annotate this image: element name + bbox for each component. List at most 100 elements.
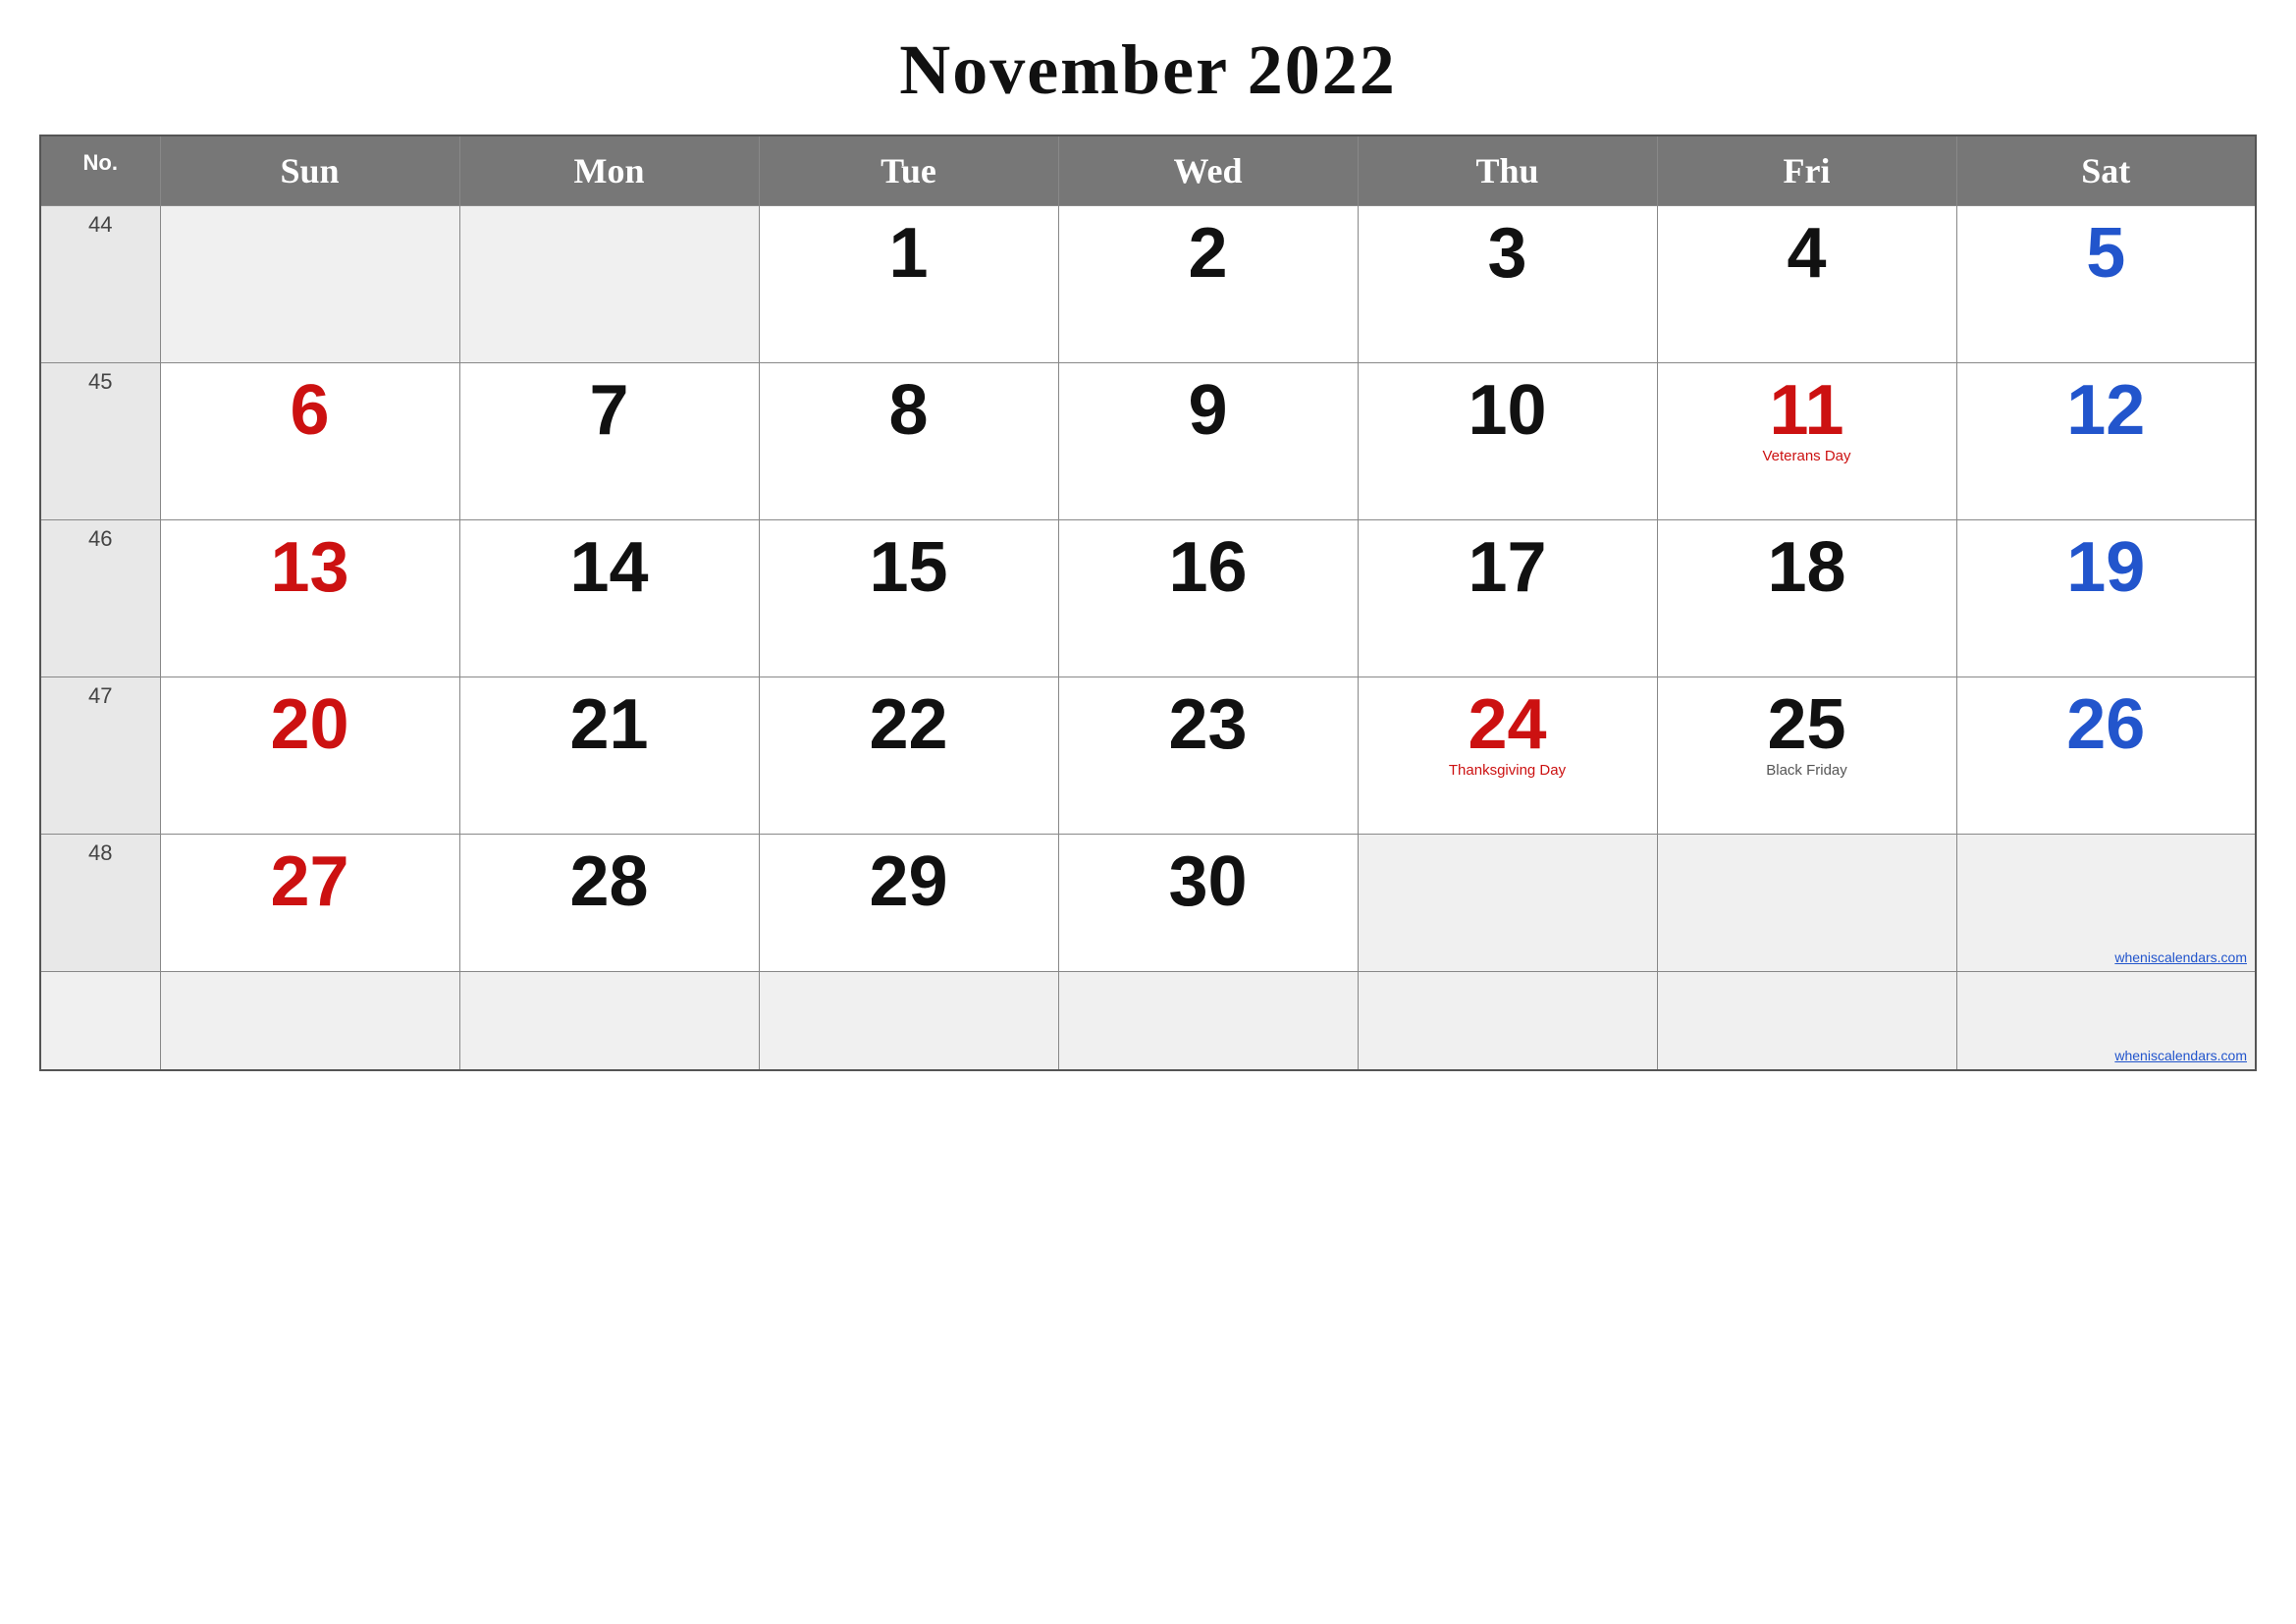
- day-number: 1: [770, 218, 1048, 289]
- week-number: 44: [40, 206, 160, 363]
- empty-row: wheniscalendars.com: [40, 972, 2256, 1070]
- day-cell: 4: [1657, 206, 1956, 363]
- day-number: 9: [1069, 375, 1348, 446]
- week-number: 45: [40, 363, 160, 520]
- day-cell: 18: [1657, 520, 1956, 677]
- day-cell: 13: [160, 520, 459, 677]
- day-cell: 24 Thanksgiving Day: [1358, 677, 1657, 835]
- credit-link[interactable]: wheniscalendars.com: [2114, 949, 2247, 965]
- day-cell: 17: [1358, 520, 1657, 677]
- day-number: 2: [1069, 218, 1348, 289]
- day-cell: 30: [1058, 835, 1358, 972]
- day-cell: 15: [759, 520, 1058, 677]
- day-cell: 27: [160, 835, 459, 972]
- empty-cell: [1358, 972, 1657, 1070]
- day-cell: 7: [459, 363, 759, 520]
- day-cell: 20: [160, 677, 459, 835]
- col-header-tue: Tue: [759, 135, 1058, 206]
- week-row: 44 12345: [40, 206, 2256, 363]
- day-number: 17: [1368, 532, 1647, 603]
- day-cell: 10: [1358, 363, 1657, 520]
- day-number: 23: [1069, 689, 1348, 760]
- week-number: 47: [40, 677, 160, 835]
- day-number: 21: [470, 689, 749, 760]
- day-number: 18: [1668, 532, 1947, 603]
- day-number: 15: [770, 532, 1048, 603]
- calendar-table: No. Sun Mon Tue Wed Thu Fri Sat 44123454…: [39, 135, 2257, 1071]
- day-number: 3: [1368, 218, 1647, 289]
- day-cell: [160, 206, 459, 363]
- empty-cell: [1058, 972, 1358, 1070]
- empty-cell: [160, 972, 459, 1070]
- day-cell: 1: [759, 206, 1058, 363]
- holiday-label: Thanksgiving Day: [1368, 762, 1647, 779]
- empty-cell: [1657, 972, 1956, 1070]
- week-number: 46: [40, 520, 160, 677]
- day-number: 14: [470, 532, 749, 603]
- day-number: 26: [1967, 689, 2246, 760]
- day-number: 13: [171, 532, 450, 603]
- week-row: 4827 28 29 30 wheniscalendars.com: [40, 835, 2256, 972]
- day-cell: 11 Veterans Day: [1657, 363, 1956, 520]
- day-number: 8: [770, 375, 1048, 446]
- day-cell: [1358, 835, 1657, 972]
- holiday-label: Black Friday: [1668, 762, 1947, 779]
- col-header-thu: Thu: [1358, 135, 1657, 206]
- day-cell: 25 Black Friday: [1657, 677, 1956, 835]
- week-row: 456789 10 11 Veterans Day 12: [40, 363, 2256, 520]
- day-cell: 9: [1058, 363, 1358, 520]
- day-number: 5: [1967, 218, 2246, 289]
- empty-cell: wheniscalendars.com: [1956, 972, 2256, 1070]
- day-cell: 5: [1956, 206, 2256, 363]
- day-cell: [459, 206, 759, 363]
- col-header-wed: Wed: [1058, 135, 1358, 206]
- day-number: 16: [1069, 532, 1348, 603]
- day-cell: 19: [1956, 520, 2256, 677]
- day-number: 20: [171, 689, 450, 760]
- calendar-title: November 2022: [899, 29, 1397, 111]
- day-cell: 16: [1058, 520, 1358, 677]
- day-number: 12: [1967, 375, 2246, 446]
- day-number: 27: [171, 846, 450, 917]
- day-number: 19: [1967, 532, 2246, 603]
- header-row: No. Sun Mon Tue Wed Thu Fri Sat: [40, 135, 2256, 206]
- day-cell: 29: [759, 835, 1058, 972]
- col-header-fri: Fri: [1657, 135, 1956, 206]
- day-number: 22: [770, 689, 1048, 760]
- col-header-sun: Sun: [160, 135, 459, 206]
- day-number: 28: [470, 846, 749, 917]
- empty-cell: [759, 972, 1058, 1070]
- day-cell: 2: [1058, 206, 1358, 363]
- day-number: 29: [770, 846, 1048, 917]
- day-number: 24: [1368, 689, 1647, 760]
- day-number: 11: [1668, 375, 1947, 446]
- week-number-empty: [40, 972, 160, 1070]
- day-cell: 22: [759, 677, 1058, 835]
- day-number: 4: [1668, 218, 1947, 289]
- day-number: 6: [171, 375, 450, 446]
- day-number: 10: [1368, 375, 1647, 446]
- holiday-label: Veterans Day: [1668, 448, 1947, 464]
- day-cell: 26: [1956, 677, 2256, 835]
- day-cell: [1657, 835, 1956, 972]
- week-row: 4613 14 15 16 17 18 19: [40, 520, 2256, 677]
- week-row: 4720 21 22 23 24 Thanksgiving Day 25 Black Frid…: [40, 677, 2256, 835]
- day-cell: 8: [759, 363, 1058, 520]
- day-number: 25: [1668, 689, 1947, 760]
- day-number: 30: [1069, 846, 1348, 917]
- day-number: 7: [470, 375, 749, 446]
- week-number: 48: [40, 835, 160, 972]
- day-cell: 28: [459, 835, 759, 972]
- day-cell: 23: [1058, 677, 1358, 835]
- col-header-no: No.: [40, 135, 160, 206]
- col-header-sat: Sat: [1956, 135, 2256, 206]
- empty-cell: [459, 972, 759, 1070]
- day-cell: wheniscalendars.com: [1956, 835, 2256, 972]
- col-header-mon: Mon: [459, 135, 759, 206]
- credit-link[interactable]: wheniscalendars.com: [2114, 1048, 2247, 1063]
- day-cell: 21: [459, 677, 759, 835]
- day-cell: 12: [1956, 363, 2256, 520]
- day-cell: 3: [1358, 206, 1657, 363]
- day-cell: 14: [459, 520, 759, 677]
- day-cell: 6: [160, 363, 459, 520]
